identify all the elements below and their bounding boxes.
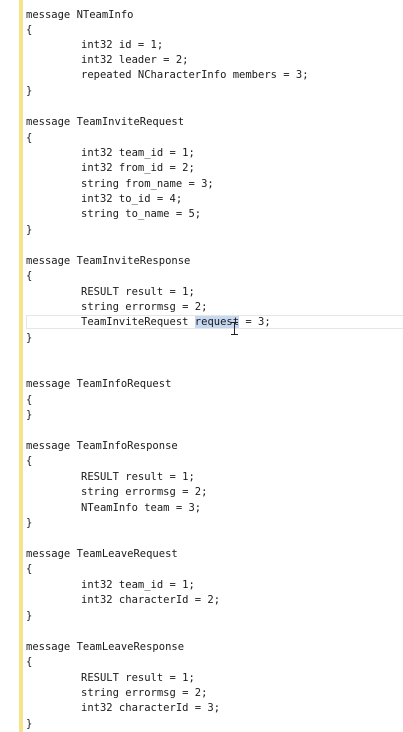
code-line[interactable]: string errormsg = 2; bbox=[81, 686, 207, 701]
code-line[interactable]: RESULT result = 1; bbox=[81, 671, 195, 686]
code-line[interactable]: { bbox=[26, 269, 32, 284]
code-line[interactable]: string errormsg = 2; bbox=[81, 485, 207, 500]
code-line[interactable]: string to_name = 5; bbox=[81, 207, 201, 222]
code-text: TeamInviteRequest bbox=[81, 316, 195, 328]
code-line[interactable]: int32 id = 1; bbox=[81, 38, 163, 53]
code-line[interactable]: { bbox=[26, 562, 32, 577]
code-line[interactable]: int32 team_id = 1; bbox=[81, 146, 195, 161]
code-line[interactable]: { bbox=[26, 131, 32, 146]
code-line[interactable]: message TeamLeaveResponse bbox=[26, 640, 184, 655]
code-line[interactable]: int32 leader = 2; bbox=[81, 53, 188, 68]
code-line[interactable]: message NTeamInfo bbox=[26, 8, 133, 23]
code-line[interactable]: } bbox=[26, 84, 32, 99]
code-line[interactable]: int32 from_id = 2; bbox=[81, 161, 195, 176]
code-line[interactable]: { bbox=[26, 655, 32, 670]
code-line[interactable]: RESULT result = 1; bbox=[81, 470, 195, 485]
code-line-current[interactable]: TeamInviteRequest request = 3; bbox=[81, 315, 271, 330]
code-line[interactable]: } bbox=[26, 516, 32, 531]
code-line[interactable]: } bbox=[26, 223, 32, 238]
code-line[interactable]: { bbox=[26, 23, 32, 38]
code-line[interactable]: } bbox=[26, 331, 32, 346]
code-area[interactable]: } int32 characterId = 3; string errormsg =… bbox=[0, 0, 403, 732]
code-line[interactable]: message TeamLeaveRequest bbox=[26, 547, 178, 562]
code-line[interactable]: } bbox=[26, 609, 32, 624]
ibeam-cursor-icon bbox=[231, 322, 238, 335]
code-line[interactable]: NTeamInfo team = 3; bbox=[81, 501, 201, 516]
code-line[interactable]: int32 to_id = 4; bbox=[81, 192, 182, 207]
code-line[interactable]: } bbox=[26, 408, 32, 423]
code-text: = 3; bbox=[239, 316, 271, 328]
code-line[interactable]: int32 characterId = 3; bbox=[81, 701, 220, 716]
code-line[interactable]: string from_name = 3; bbox=[81, 177, 214, 192]
code-line[interactable]: { bbox=[26, 393, 32, 408]
code-line[interactable]: RESULT result = 1; bbox=[81, 285, 195, 300]
code-line[interactable]: string errormsg = 2; bbox=[81, 300, 207, 315]
code-line[interactable]: { bbox=[26, 454, 32, 469]
code-editor[interactable]: } int32 characterId = 3; string errormsg =… bbox=[0, 0, 403, 732]
code-line[interactable]: int32 team_id = 1; bbox=[81, 578, 195, 593]
code-line[interactable]: repeated NCharacterInfo members = 3; bbox=[81, 68, 309, 83]
code-line[interactable]: message TeamInviteRequest bbox=[26, 115, 184, 130]
code-line[interactable]: message TeamInfoRequest bbox=[26, 377, 171, 392]
code-line[interactable]: message TeamInviteResponse bbox=[26, 254, 190, 269]
code-line[interactable]: } bbox=[26, 717, 32, 732]
code-line[interactable]: int32 characterId = 2; bbox=[81, 593, 220, 608]
code-line[interactable]: message TeamInfoResponse bbox=[26, 439, 178, 454]
